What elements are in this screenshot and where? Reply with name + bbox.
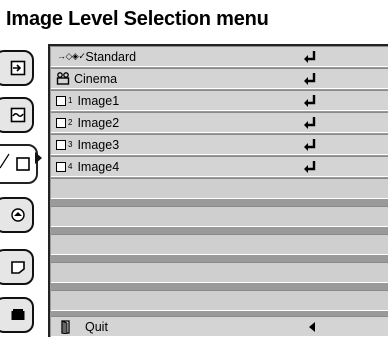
menu-item-image4[interactable]: 4 Image4 [51,156,388,177]
menu-item-label: Image2 [77,115,120,130]
back-arrow-icon [309,322,315,332]
image-number: 4 [68,162,73,171]
image-number: 2 [68,118,73,127]
image-level-menu: →◇◈✓ Standard Cinema 1 Image1 2 Image2 3… [48,44,388,337]
menu-item-quit[interactable]: Quit [51,316,388,337]
enter-icon [304,95,316,107]
menu-item-image3[interactable]: 3 Image3 [51,134,388,155]
menu-item-label: Image1 [77,93,120,108]
menu-item-label: Standard [85,49,137,64]
quit-door-icon [61,319,75,334]
enter-icon [304,51,316,63]
enter-icon [304,73,316,85]
image-number: 3 [68,140,73,149]
menu-item-image1[interactable]: 1 Image1 [51,90,388,111]
image-number: 1 [68,96,73,105]
menu-item-label: Quit [85,319,108,334]
enter-icon [304,161,316,173]
menu-item-label: Image4 [77,159,120,174]
enter-icon [304,117,316,129]
cinema-icon [56,72,70,85]
callout-line [0,153,10,169]
menu-item-label: Image3 [77,137,120,152]
empty-row [51,234,388,255]
menu-item-label: Cinema [74,71,118,86]
standard-icon: →◇◈✓ [57,51,86,61]
menu-item-standard[interactable]: →◇◈✓ Standard [51,46,388,67]
empty-row [51,206,388,227]
empty-row [51,178,388,199]
enter-icon [304,139,316,151]
empty-row [51,262,388,283]
empty-row [51,290,388,311]
menu-item-cinema[interactable]: Cinema [51,68,388,89]
menu-item-image2[interactable]: 2 Image2 [51,112,388,133]
active-tab-arrow-icon [35,152,42,164]
